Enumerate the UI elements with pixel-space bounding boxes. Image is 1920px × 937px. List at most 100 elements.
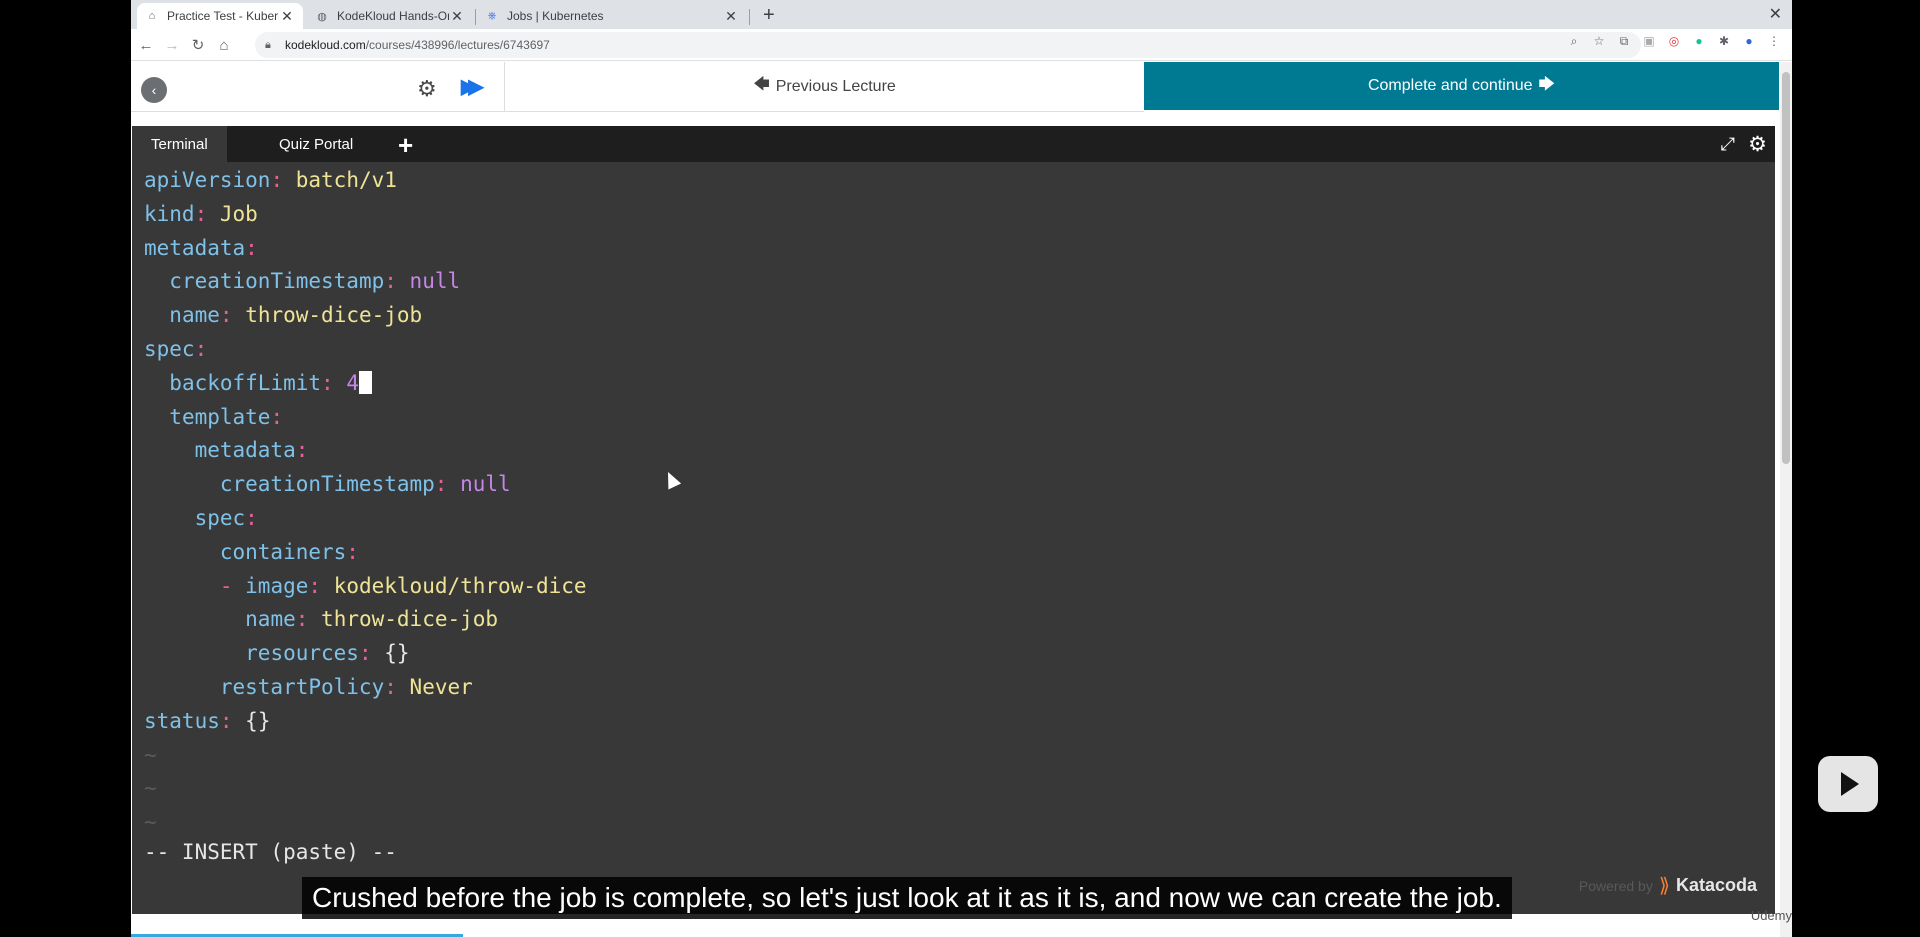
bookmark-star-icon[interactable]: ☆: [1591, 33, 1607, 49]
yaml-list-dash: -: [219, 573, 246, 598]
fullscreen-icon[interactable]: ⤢: [1721, 134, 1735, 155]
yaml-line: metadata:: [144, 232, 587, 266]
close-tab-icon[interactable]: ✕: [279, 8, 295, 25]
extension-grammarly-icon[interactable]: ●: [1691, 33, 1707, 49]
yaml-indent: [144, 269, 169, 293]
yaml-line: creationTimestamp: null: [144, 468, 587, 502]
close-window-icon[interactable]: ✕: [1769, 4, 1782, 24]
profile-avatar[interactable]: ●: [1741, 33, 1757, 49]
tab-separator: [749, 9, 750, 25]
katacoda-logo-text: Katacoda: [1675, 875, 1757, 895]
yaml-key: restartPolicy: [219, 674, 385, 699]
yaml-value: batch/v1: [295, 168, 397, 192]
yaml-space: [207, 202, 220, 226]
yaml-colon: :: [245, 505, 258, 530]
complete-and-continue-button[interactable]: Complete and continue 🡆: [1144, 62, 1779, 110]
yaml-colon: :: [219, 708, 233, 733]
browser-tab-quiz[interactable]: ◍ KodeKloud Hands-On Quiz ✕: [307, 3, 473, 29]
yaml-indent: [144, 540, 220, 564]
yaml-value: null: [460, 472, 511, 497]
yaml-colon: :: [384, 269, 397, 294]
yaml-value: 4: [346, 370, 359, 395]
reload-icon[interactable]: ↻: [187, 34, 209, 56]
yaml-key: status: [144, 708, 220, 733]
browser-tab-jobs[interactable]: ⎈ Jobs | Kubernetes ✕: [477, 3, 747, 29]
course-nav-left: ‹ ⚙ ▶▶: [131, 62, 505, 112]
previous-lecture-button[interactable]: 🡄 Previous Lecture: [505, 62, 1144, 112]
text-cursor: [358, 370, 372, 394]
chevron-left-icon[interactable]: ‹: [141, 77, 167, 103]
yaml-indent: [144, 438, 195, 462]
url-path: /courses/438996/lectures/6743697: [365, 38, 550, 52]
close-tab-icon[interactable]: ✕: [723, 8, 739, 25]
yaml-colon: :: [308, 573, 322, 598]
yaml-value: throw-dice-job: [321, 607, 499, 632]
kodekloud-icon: ⌂: [148, 10, 156, 22]
play-button[interactable]: [1818, 756, 1878, 812]
yaml-space: [397, 675, 410, 699]
tab-terminal[interactable]: Terminal: [132, 126, 227, 162]
yaml-space: [397, 269, 410, 293]
browser-window: ⌂ Practice Test - Kubernetes - C ✕ ◍ Kod…: [131, 0, 1792, 937]
yaml-key: spec: [144, 336, 195, 361]
extension-k-icon[interactable]: ▣: [1641, 33, 1657, 49]
tab-quiz-portal[interactable]: Quiz Portal: [260, 126, 372, 162]
yaml-line: metadata:: [144, 434, 587, 468]
vim-status-line: -- INSERT (paste) --: [144, 840, 397, 864]
home-icon[interactable]: ⌂: [213, 34, 235, 56]
back-arrow-icon[interactable]: ←: [135, 34, 157, 56]
katacoda-branding: Powered by ⟫ Katacoda: [1579, 873, 1757, 898]
yaml-colon: :: [194, 201, 208, 226]
play-icon: [1841, 772, 1859, 796]
page-scrollbar-thumb[interactable]: [1782, 72, 1790, 464]
extensions-puzzle-icon[interactable]: ✱: [1716, 33, 1732, 49]
yaml-space: [233, 303, 246, 327]
yaml-colon: :: [245, 235, 258, 260]
kubernetes-icon: ⎈: [487, 9, 497, 22]
extension-screenshot-icon[interactable]: ⧉: [1616, 33, 1632, 49]
terminal-tab-bar: Terminal Quiz Portal + ⤢ ⚙: [132, 126, 1775, 162]
yaml-indent: [144, 641, 245, 665]
yaml-key: apiVersion: [144, 168, 271, 192]
yaml-line: kind: Job: [144, 198, 587, 232]
zoom-icon[interactable]: ⌕: [1566, 33, 1582, 49]
video-subtitle: Crushed before the job is complete, so l…: [302, 877, 1512, 919]
address-bar[interactable]: 🔒︎ kodekloud.com/courses/438996/lectures…: [255, 32, 1641, 58]
yaml-space: [308, 607, 321, 631]
yaml-space: [233, 709, 246, 733]
lock-icon: 🔒︎: [265, 39, 271, 51]
yaml-value: kodekloud/throw-dice: [333, 573, 587, 598]
yaml-indent: [144, 405, 169, 429]
yaml-key: metadata: [194, 438, 296, 463]
fast-forward-icon[interactable]: ▶▶: [461, 74, 484, 99]
yaml-line: restartPolicy: Never: [144, 671, 587, 705]
url-host: kodekloud.com: [285, 38, 366, 52]
terminal-panel: Terminal Quiz Portal + ⤢ ⚙ apiVersion: b…: [132, 126, 1775, 914]
tab-strip: ⌂ Practice Test - Kubernetes - C ✕ ◍ Kod…: [131, 0, 1792, 29]
yaml-key: spec: [194, 505, 246, 530]
forward-arrow-icon[interactable]: →: [161, 34, 183, 56]
yaml-line: backoffLimit: 4: [144, 367, 587, 401]
yaml-colon: :: [270, 168, 284, 192]
close-tab-icon[interactable]: ✕: [449, 8, 465, 25]
yaml-space: [283, 168, 296, 192]
gear-icon[interactable]: ⚙: [417, 76, 437, 102]
yaml-space: [372, 641, 385, 665]
new-tab-button[interactable]: +: [763, 4, 775, 27]
add-terminal-tab-button[interactable]: +: [398, 130, 413, 161]
yaml-indent: [144, 574, 220, 598]
yaml-value: Job: [219, 201, 258, 226]
tab-title: Jobs | Kubernetes: [507, 9, 604, 23]
browser-tab-practice-test[interactable]: ⌂ Practice Test - Kubernetes - C ✕: [137, 3, 303, 29]
katacoda-logo-icon: ⟫: [1658, 875, 1670, 897]
yaml-colon: :: [194, 336, 208, 361]
yaml-key: metadata: [144, 235, 246, 260]
yaml-key: image: [245, 573, 309, 598]
extension-target-icon[interactable]: ◎: [1666, 33, 1682, 49]
yaml-indent: [144, 506, 195, 530]
terminal-settings-gear-icon[interactable]: ⚙: [1748, 132, 1767, 157]
terminal-output[interactable]: apiVersion: batch/v1 kind: Job metadata: c…: [144, 164, 587, 840]
yaml-line: creationTimestamp: null: [144, 265, 587, 299]
menu-kebab-icon[interactable]: ⋮: [1766, 33, 1782, 49]
yaml-line: containers:: [144, 536, 587, 570]
